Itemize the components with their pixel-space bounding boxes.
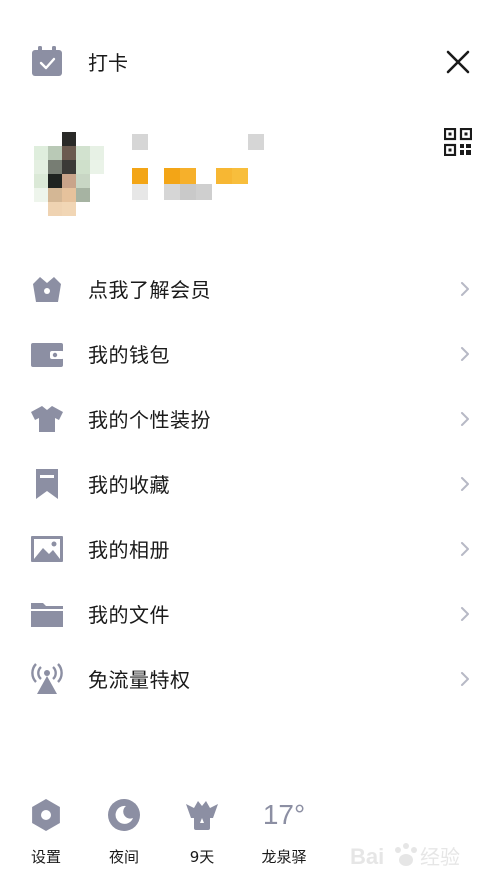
moon-icon <box>108 799 140 831</box>
svg-text:Bai: Bai <box>350 844 384 869</box>
days-label: 9天 <box>189 848 215 866</box>
photo-album-icon <box>30 532 64 566</box>
signal-tower-icon <box>30 662 64 696</box>
menu-item-vip[interactable]: 点我了解会员 <box>0 256 500 321</box>
settings-label: 设置 <box>30 848 61 866</box>
vip-crown-icon <box>30 272 64 306</box>
chevron-right-icon <box>461 476 469 491</box>
menu-label: 我的文件 <box>88 603 170 627</box>
chevron-right-icon <box>461 411 469 426</box>
close-button[interactable] <box>440 44 476 80</box>
night-label: 夜间 <box>108 848 139 866</box>
night-mode-button[interactable]: 夜间 <box>94 798 154 867</box>
menu-label: 我的钱包 <box>88 343 170 367</box>
wallet-icon <box>30 337 64 371</box>
bookmark-icon <box>30 467 64 501</box>
menu-label: 免流量特权 <box>88 668 191 692</box>
menu-item-album[interactable]: 我的相册 <box>0 516 500 581</box>
svg-text:经验: 经验 <box>420 845 460 869</box>
settings-button[interactable]: 设置 <box>16 798 76 867</box>
chevron-right-icon <box>461 541 469 556</box>
chevron-right-icon <box>461 281 469 296</box>
drawer-menu: 点我了解会员 我的钱包 我的个性装扮 我的收藏 我的相册 我的文件 免流量特权 <box>0 256 500 711</box>
streak-button[interactable]: 9天 <box>172 798 232 867</box>
menu-item-personalization[interactable]: 我的个性装扮 <box>0 386 500 451</box>
gear-icon <box>32 799 60 831</box>
menu-label: 我的相册 <box>88 538 170 562</box>
watermark: Bai 经验 <box>348 836 478 876</box>
chevron-right-icon <box>461 606 469 621</box>
menu-label: 我的收藏 <box>88 473 170 497</box>
username-pixelated[interactable] <box>132 134 272 204</box>
checkin-button[interactable]: 打卡 <box>30 44 128 78</box>
menu-item-favorites[interactable]: 我的收藏 <box>0 451 500 516</box>
qr-code-icon[interactable] <box>444 128 472 156</box>
close-icon <box>446 50 470 74</box>
top-bar: 打卡 <box>0 0 500 120</box>
watermark-logo: Bai 经验 <box>350 843 460 869</box>
streak-badge-icon <box>186 801 218 830</box>
chevron-right-icon <box>461 671 469 686</box>
menu-item-files[interactable]: 我的文件 <box>0 581 500 646</box>
weather-button[interactable]: 17° 龙泉驿 <box>254 798 314 867</box>
location-label: 龙泉驿 <box>261 848 307 866</box>
menu-label: 点我了解会员 <box>88 278 211 302</box>
tshirt-icon <box>30 402 64 436</box>
folder-icon <box>30 597 64 631</box>
chevron-right-icon <box>461 346 469 361</box>
menu-item-wallet[interactable]: 我的钱包 <box>0 321 500 386</box>
menu-item-free-data[interactable]: 免流量特权 <box>0 646 500 711</box>
profile-section <box>0 120 500 230</box>
avatar[interactable] <box>34 132 118 216</box>
checkin-label: 打卡 <box>88 50 128 75</box>
menu-label: 我的个性装扮 <box>88 408 211 432</box>
calendar-check-icon <box>32 46 62 76</box>
temperature-value: 17° <box>262 799 306 830</box>
